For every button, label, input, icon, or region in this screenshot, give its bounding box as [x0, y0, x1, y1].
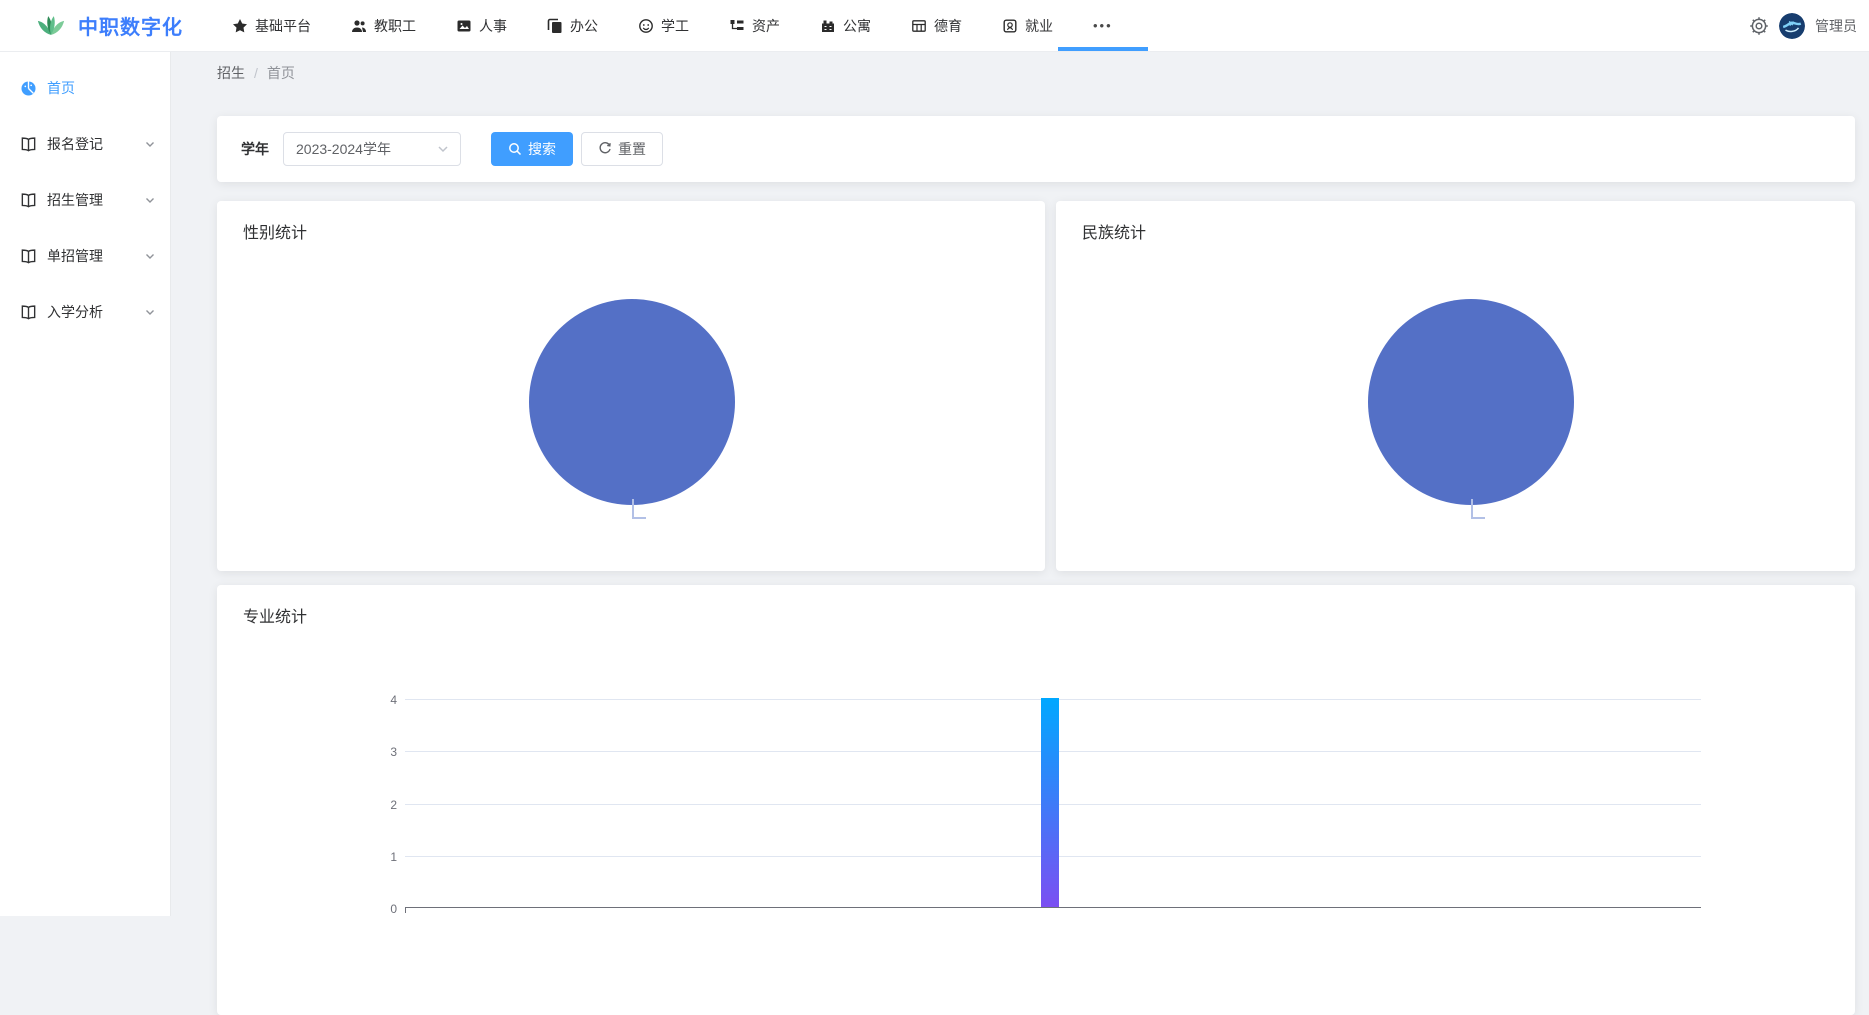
sidebar-item-label: 入学分析: [47, 304, 103, 320]
ethnicity-card-title: 民族统计: [1082, 225, 1147, 242]
copy-docs-icon: [547, 18, 563, 34]
nav-item-assets[interactable]: 资产: [729, 0, 780, 51]
breadcrumb-separator: /: [254, 65, 258, 81]
nav-item-staff[interactable]: 教职工: [351, 0, 416, 51]
sprout-logo-icon: [36, 14, 66, 37]
sidebar-item-enrollment-management[interactable]: 招生管理: [0, 172, 170, 228]
nav-item-more[interactable]: •••: [1058, 0, 1147, 51]
tree-list-icon: [729, 18, 745, 34]
nav-item-student-affairs[interactable]: 学工: [638, 0, 689, 51]
y-axis-tick-label: 1: [390, 850, 397, 864]
sidebar: 首页 报名登记 招生管理 单招管理 入学分析: [0, 52, 171, 916]
stat-cards-row: 性别统计 民族统计: [217, 201, 1855, 571]
more-dots-icon: •••: [1093, 18, 1113, 33]
school-year-select[interactable]: 2023-2024学年: [283, 132, 461, 166]
nav-item-office[interactable]: 办公: [547, 0, 598, 51]
book-icon: [20, 136, 37, 153]
nav-item-label: 公寓: [843, 17, 871, 34]
book-icon: [20, 192, 37, 209]
major-bar-chart: 4 3 2 1 0: [390, 693, 1701, 916]
chevron-down-icon: [144, 306, 156, 318]
gear-icon[interactable]: [1749, 16, 1769, 36]
nav-item-label: 教职工: [374, 17, 416, 34]
star-icon: [232, 18, 248, 34]
nav-item-moral-education[interactable]: 德育: [911, 0, 962, 51]
top-nav: 基础平台 教职工 人事 办公 学工 资产 公寓 德育 就业 •••: [232, 0, 1147, 51]
face-icon: [638, 18, 654, 34]
sidebar-item-label: 招生管理: [47, 192, 103, 208]
axis-tick: [405, 908, 406, 913]
nav-item-base-platform[interactable]: 基础平台: [232, 0, 311, 51]
user-name[interactable]: 管理员: [1815, 16, 1857, 36]
chevron-down-icon: [144, 250, 156, 262]
sidebar-item-single-recruit[interactable]: 单招管理: [0, 228, 170, 284]
search-button[interactable]: 搜索: [491, 132, 573, 166]
filter-bar: 学年 2023-2024学年 搜索 重置: [217, 116, 1855, 182]
pie-slice: [529, 299, 735, 505]
users-icon: [351, 18, 367, 34]
search-button-label: 搜索: [528, 141, 556, 157]
nav-item-label: 基础平台: [255, 17, 311, 34]
main-content: 招生 / 首页 学年 2023-2024学年 搜索 重置 性别统计 民族统计 专…: [171, 52, 1869, 1015]
major-stat-card: 专业统计 4 3 2 1 0: [217, 585, 1855, 1015]
major-card-title: 专业统计: [243, 609, 308, 626]
sidebar-item-label: 单招管理: [47, 248, 103, 264]
app-title: 中职数字化: [78, 17, 183, 39]
building-icon: [820, 18, 836, 34]
refresh-icon: [599, 142, 611, 154]
sidebar-item-label: 首页: [47, 80, 75, 96]
nav-item-apartment[interactable]: 公寓: [820, 0, 871, 51]
reset-button-label: 重置: [618, 141, 646, 157]
y-axis-tick-label: 3: [390, 745, 397, 759]
breadcrumb-item-current: 首页: [266, 65, 295, 81]
nav-item-label: 就业: [1025, 17, 1053, 34]
bar: [1041, 698, 1060, 907]
book-icon: [20, 304, 37, 321]
table-grid-icon: [911, 18, 927, 34]
y-axis-tick-label: 2: [390, 798, 397, 812]
nav-item-label: 办公: [570, 17, 598, 34]
header-right: 管理员: [1749, 0, 1857, 52]
chevron-down-icon: [144, 194, 156, 206]
school-year-select-value: 2023-2024学年: [296, 141, 391, 157]
gender-pie-chart: [529, 299, 735, 519]
search-icon: [509, 143, 522, 156]
chevron-down-icon: [144, 138, 156, 150]
reset-button[interactable]: 重置: [581, 132, 663, 166]
sidebar-item-admission-analysis[interactable]: 入学分析: [0, 284, 170, 340]
sidebar-item-label: 报名登记: [47, 136, 103, 152]
nav-item-employment[interactable]: 就业: [1002, 0, 1053, 51]
y-axis-tick-label: 0: [390, 902, 397, 916]
nav-item-hr[interactable]: 人事: [456, 0, 507, 51]
y-axis-tick-label: 4: [390, 693, 397, 707]
book-icon: [20, 248, 37, 265]
badge-icon: [1002, 18, 1018, 34]
user-avatar[interactable]: [1779, 13, 1805, 39]
pie-slice: [1368, 299, 1574, 505]
nav-item-label: 资产: [752, 17, 780, 34]
photo-card-icon: [456, 18, 472, 34]
breadcrumb-item[interactable]: 招生: [217, 63, 245, 83]
ethnicity-stat-card: 民族统计: [1056, 201, 1855, 571]
nav-item-label: 学工: [661, 17, 689, 34]
top-header: 中职数字化 基础平台 教职工 人事 办公 学工 资产 公寓 德育 就业 ••• …: [0, 0, 1869, 52]
school-year-label: 学年: [241, 141, 269, 157]
dashboard-icon: [20, 80, 37, 97]
nav-item-label: 德育: [934, 17, 962, 34]
gender-card-title: 性别统计: [243, 225, 308, 242]
breadcrumb: 招生 / 首页: [217, 62, 1855, 84]
ethnicity-pie-chart: [1368, 299, 1574, 519]
sidebar-item-home[interactable]: 首页: [0, 60, 170, 116]
nav-item-label: 人事: [479, 17, 507, 34]
chevron-down-icon: [436, 142, 450, 156]
brand: 中职数字化: [36, 11, 222, 40]
sidebar-item-registration[interactable]: 报名登记: [0, 116, 170, 172]
gender-stat-card: 性别统计: [217, 201, 1045, 571]
